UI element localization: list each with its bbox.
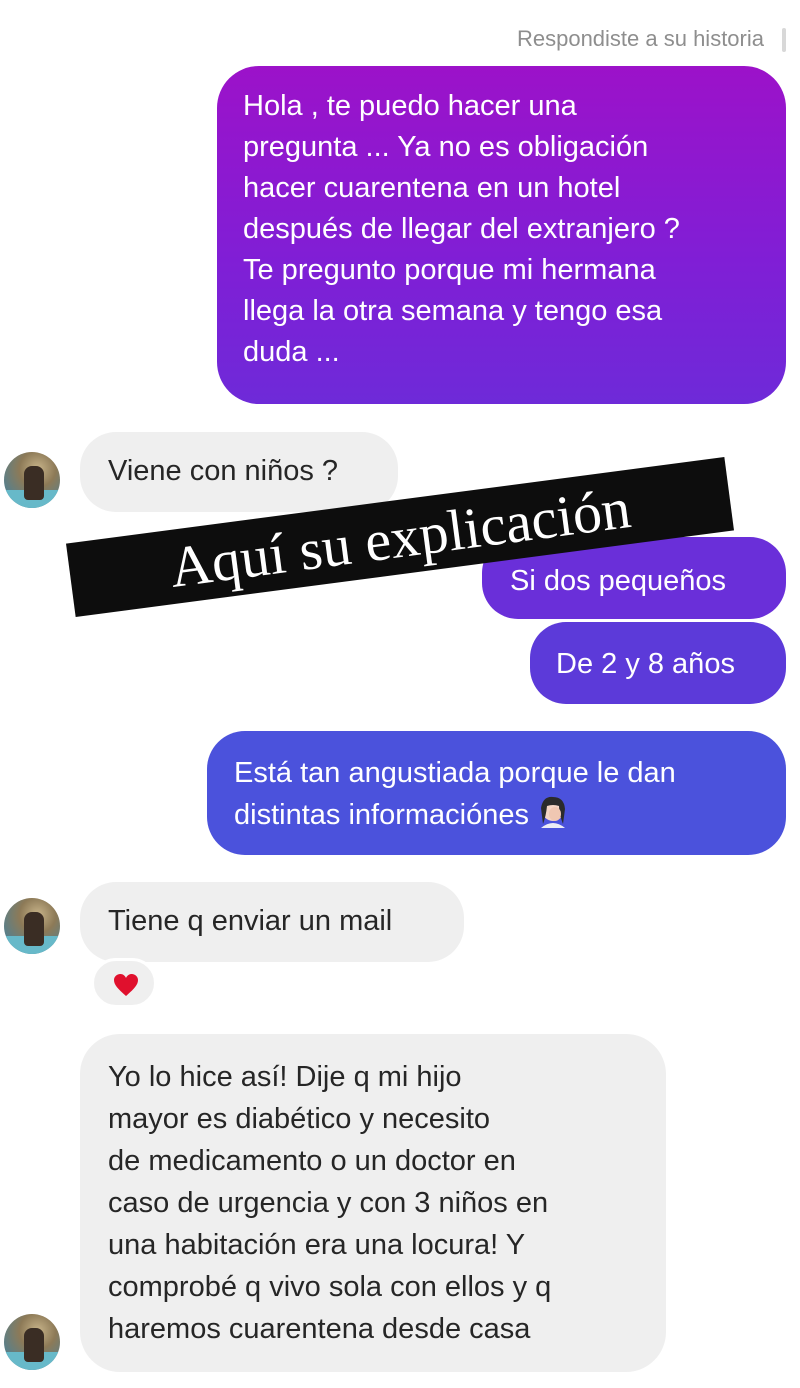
- woman-facepalming-icon: [540, 796, 565, 828]
- incoming-message-explanation[interactable]: Yo lo hice así! Dije q mi hijo mayor es …: [80, 1034, 666, 1372]
- message-reaction[interactable]: [91, 958, 157, 1008]
- contact-avatar[interactable]: [4, 452, 60, 508]
- avatar-figure-shape: [24, 466, 44, 500]
- outgoing-message-worried-text: Está tan angustiada porque le dan distin…: [234, 757, 676, 831]
- red-heart-icon: [114, 974, 138, 996]
- scrollbar-thumb[interactable]: [782, 28, 786, 52]
- avatar-figure-shape: [24, 1328, 44, 1362]
- outgoing-message-question[interactable]: Hola , te puedo hacer una pregunta ... Y…: [217, 66, 786, 404]
- outgoing-message-worried[interactable]: Está tan angustiada porque le dan distin…: [207, 731, 786, 855]
- incoming-message-mail[interactable]: Tiene q enviar un mail: [80, 882, 464, 962]
- story-reply-label: Respondiste a su historia: [516, 26, 764, 51]
- contact-avatar[interactable]: [4, 898, 60, 954]
- contact-avatar[interactable]: [4, 1314, 60, 1370]
- outgoing-message-ages[interactable]: De 2 y 8 años: [530, 622, 786, 704]
- avatar-figure-shape: [24, 912, 44, 946]
- incoming-message-kids[interactable]: Viene con niños ?: [80, 432, 398, 512]
